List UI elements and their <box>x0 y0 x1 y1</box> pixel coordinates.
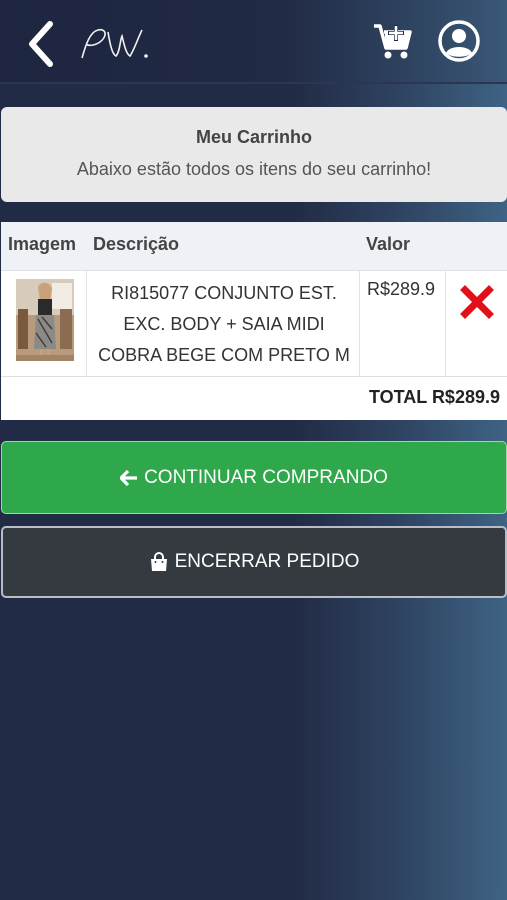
profile-button[interactable] <box>437 19 481 63</box>
product-price: R$289.9 <box>367 279 436 299</box>
continue-shopping-label: CONTINUAR COMPRANDO <box>144 466 388 488</box>
product-description: RI815077 CONJUNTO EST. EXC. BODY + SAIA … <box>89 278 359 371</box>
column-header-value: Valor <box>366 234 411 254</box>
description-line: EXC. BODY + SAIA MIDI <box>123 314 325 334</box>
cell-divider <box>359 271 360 377</box>
cart-button[interactable] <box>372 22 414 62</box>
page-subtitle: Abaixo estão todos os itens do seu carri… <box>76 159 432 179</box>
cart-total: TOTAL R$289.9 <box>368 387 500 407</box>
column-header-description: Descrição <box>93 234 180 254</box>
description-line: RI815077 CONJUNTO EST. <box>111 283 337 303</box>
chevron-left-icon <box>29 21 53 67</box>
table-header: Imagem Descrição Valor <box>1 222 507 270</box>
cart-info-card: Meu Carrinho Abaixo estão todos os itens… <box>1 107 507 202</box>
product-thumbnail[interactable] <box>16 279 74 361</box>
table-row: RI815077 CONJUNTO EST. EXC. BODY + SAIA … <box>1 270 507 377</box>
user-circle-icon <box>438 20 480 62</box>
total-row: TOTAL R$289.9 <box>1 376 507 420</box>
description-line: COBRA BEGE COM PRETO M <box>98 345 350 365</box>
column-header-image: Imagem <box>8 234 77 254</box>
finish-order-label: ENCERRAR PEDIDO <box>174 551 360 572</box>
arrow-left-icon <box>120 469 138 487</box>
cell-divider <box>445 271 446 377</box>
cell-divider <box>86 271 87 377</box>
brand-logo <box>76 22 156 66</box>
remove-item-button[interactable] <box>460 285 494 319</box>
continue-shopping-button[interactable]: CONTINUAR COMPRANDO <box>1 441 507 514</box>
page-title: Meu Carrinho <box>195 127 312 147</box>
shopping-bag-icon <box>149 552 169 572</box>
back-button[interactable] <box>22 20 62 68</box>
red-x-icon <box>460 285 494 319</box>
cart-table: Imagem Descrição Valor RI815077 CONJUNTO… <box>1 222 507 420</box>
app-header <box>0 0 507 84</box>
finish-order-button[interactable]: ENCERRAR PEDIDO <box>1 526 507 598</box>
cart-add-icon <box>374 24 412 59</box>
